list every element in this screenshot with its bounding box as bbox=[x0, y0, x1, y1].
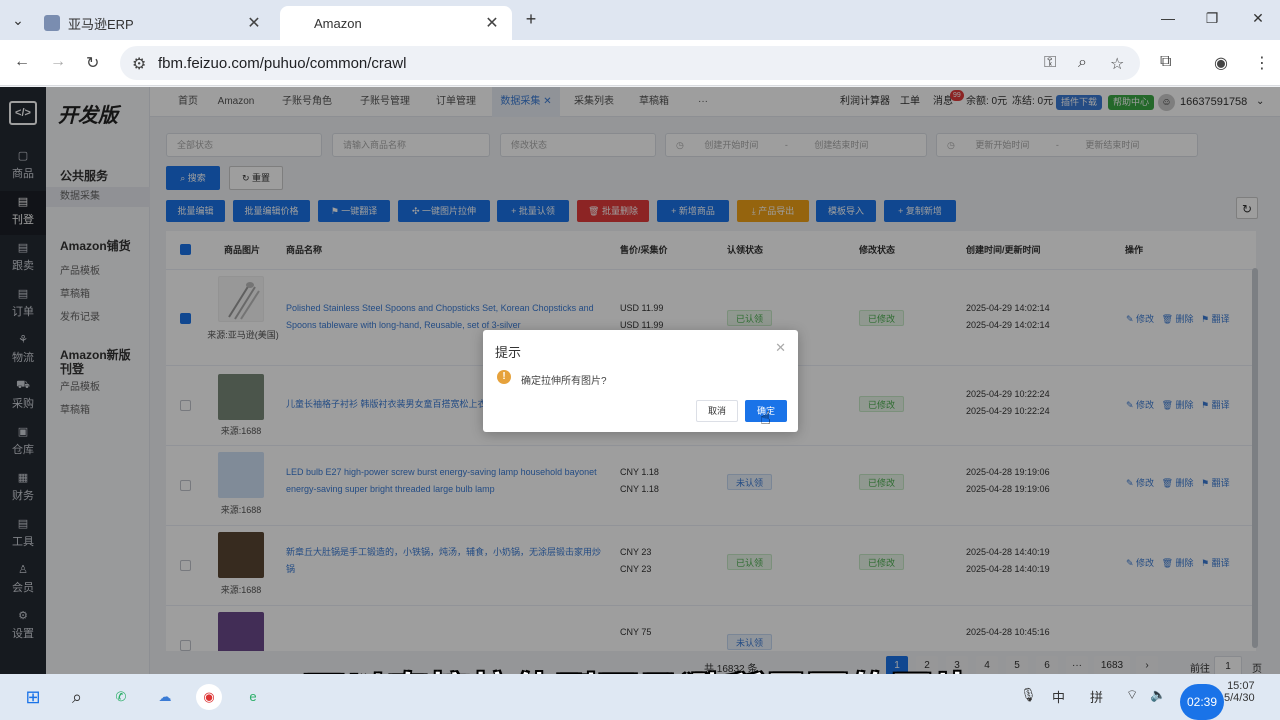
close-icon[interactable]: ✕ bbox=[775, 340, 786, 356]
wifi-icon[interactable]: ⌔ bbox=[1126, 687, 1138, 703]
window-close-icon[interactable]: ✕ bbox=[1248, 10, 1268, 27]
url-text[interactable]: fbm.feizuo.com/puhuo/common/crawl bbox=[158, 55, 406, 72]
minimize-icon[interactable]: — bbox=[1158, 10, 1178, 26]
volume-icon[interactable]: 🔈 bbox=[1150, 687, 1166, 703]
address-toolbar: ← → ↻ ⚙ fbm.feizuo.com/puhuo/common/craw… bbox=[0, 40, 1280, 86]
reload-icon[interactable]: ↻ bbox=[86, 53, 99, 73]
password-key-icon[interactable]: ⚿ bbox=[1044, 54, 1056, 72]
system-clock[interactable]: 15:07 5/4/30 bbox=[1224, 680, 1255, 704]
url-bar[interactable]: ⚙ fbm.feizuo.com/puhuo/common/crawl ⚿ ⌕ … bbox=[120, 46, 1140, 80]
edge-icon[interactable]: e bbox=[240, 684, 266, 710]
forward-icon[interactable]: → bbox=[50, 53, 66, 71]
back-icon[interactable]: ← bbox=[14, 53, 30, 71]
ime-chinese[interactable]: 中 bbox=[1052, 687, 1065, 706]
dialog-title: 提示 bbox=[495, 345, 522, 360]
cancel-button[interactable]: 取消 bbox=[696, 400, 738, 422]
close-icon[interactable]: ✕ bbox=[482, 13, 502, 33]
extensions-icon[interactable]: ⧉ bbox=[1160, 53, 1171, 71]
clock-date: 5/4/30 bbox=[1224, 692, 1255, 704]
chrome-icon[interactable]: ◉ bbox=[196, 684, 222, 710]
cloud-app-icon[interactable]: ☁ bbox=[152, 684, 178, 710]
search-icon[interactable]: ⌕ bbox=[64, 684, 90, 710]
tab-erp[interactable]: 亚马逊ERP ✕ bbox=[34, 6, 274, 40]
bookmark-star-icon[interactable]: ☆ bbox=[1110, 54, 1124, 74]
tab-amazon[interactable]: Amazon ✕ bbox=[280, 6, 512, 40]
recording-timer[interactable]: 02:39 bbox=[1180, 684, 1224, 720]
ime-pinyin[interactable]: 拼 bbox=[1090, 687, 1103, 706]
clock-time: 15:07 bbox=[1227, 680, 1255, 692]
tab-amazon-label: Amazon bbox=[314, 15, 362, 31]
wechat-icon[interactable]: ✆ bbox=[108, 684, 134, 710]
tab-list-chevron-icon[interactable]: ⌄ bbox=[8, 12, 28, 29]
windows-taskbar: ⊞ ⌕ ✆ ☁ ◉ e 🎙 中 拼 ⌔ 🔈 15:07 5/4/30 bbox=[0, 674, 1280, 720]
new-tab-icon[interactable]: + bbox=[520, 9, 542, 30]
confirm-dialog: 提示 ✕ ! 确定拉伸所有图片? 取消 确定 bbox=[483, 330, 798, 432]
menu-kebab-icon[interactable]: ⋮ bbox=[1254, 53, 1270, 73]
warning-icon: ! bbox=[497, 370, 511, 384]
windows-start-icon[interactable]: ⊞ bbox=[20, 684, 46, 710]
profile-icon[interactable]: ◉ bbox=[1214, 53, 1228, 73]
amazon-favicon-icon bbox=[290, 15, 306, 31]
zoom-icon[interactable]: ⌕ bbox=[1078, 54, 1087, 72]
tab-erp-label: 亚马逊ERP bbox=[68, 16, 134, 32]
microphone-icon[interactable]: 🎙 bbox=[1020, 687, 1037, 703]
site-info-icon[interactable]: ⚙ bbox=[132, 54, 146, 74]
hand-cursor-icon: ☝ bbox=[760, 408, 771, 428]
dialog-message: 确定拉伸所有图片? bbox=[521, 376, 607, 387]
restore-icon[interactable]: ❐ bbox=[1202, 10, 1222, 27]
browser-tabstrip: ⌄ 亚马逊ERP ✕ Amazon ✕ + — ❐ ✕ bbox=[0, 0, 1280, 40]
erp-favicon-icon bbox=[44, 15, 60, 31]
close-icon[interactable]: ✕ bbox=[244, 13, 264, 33]
